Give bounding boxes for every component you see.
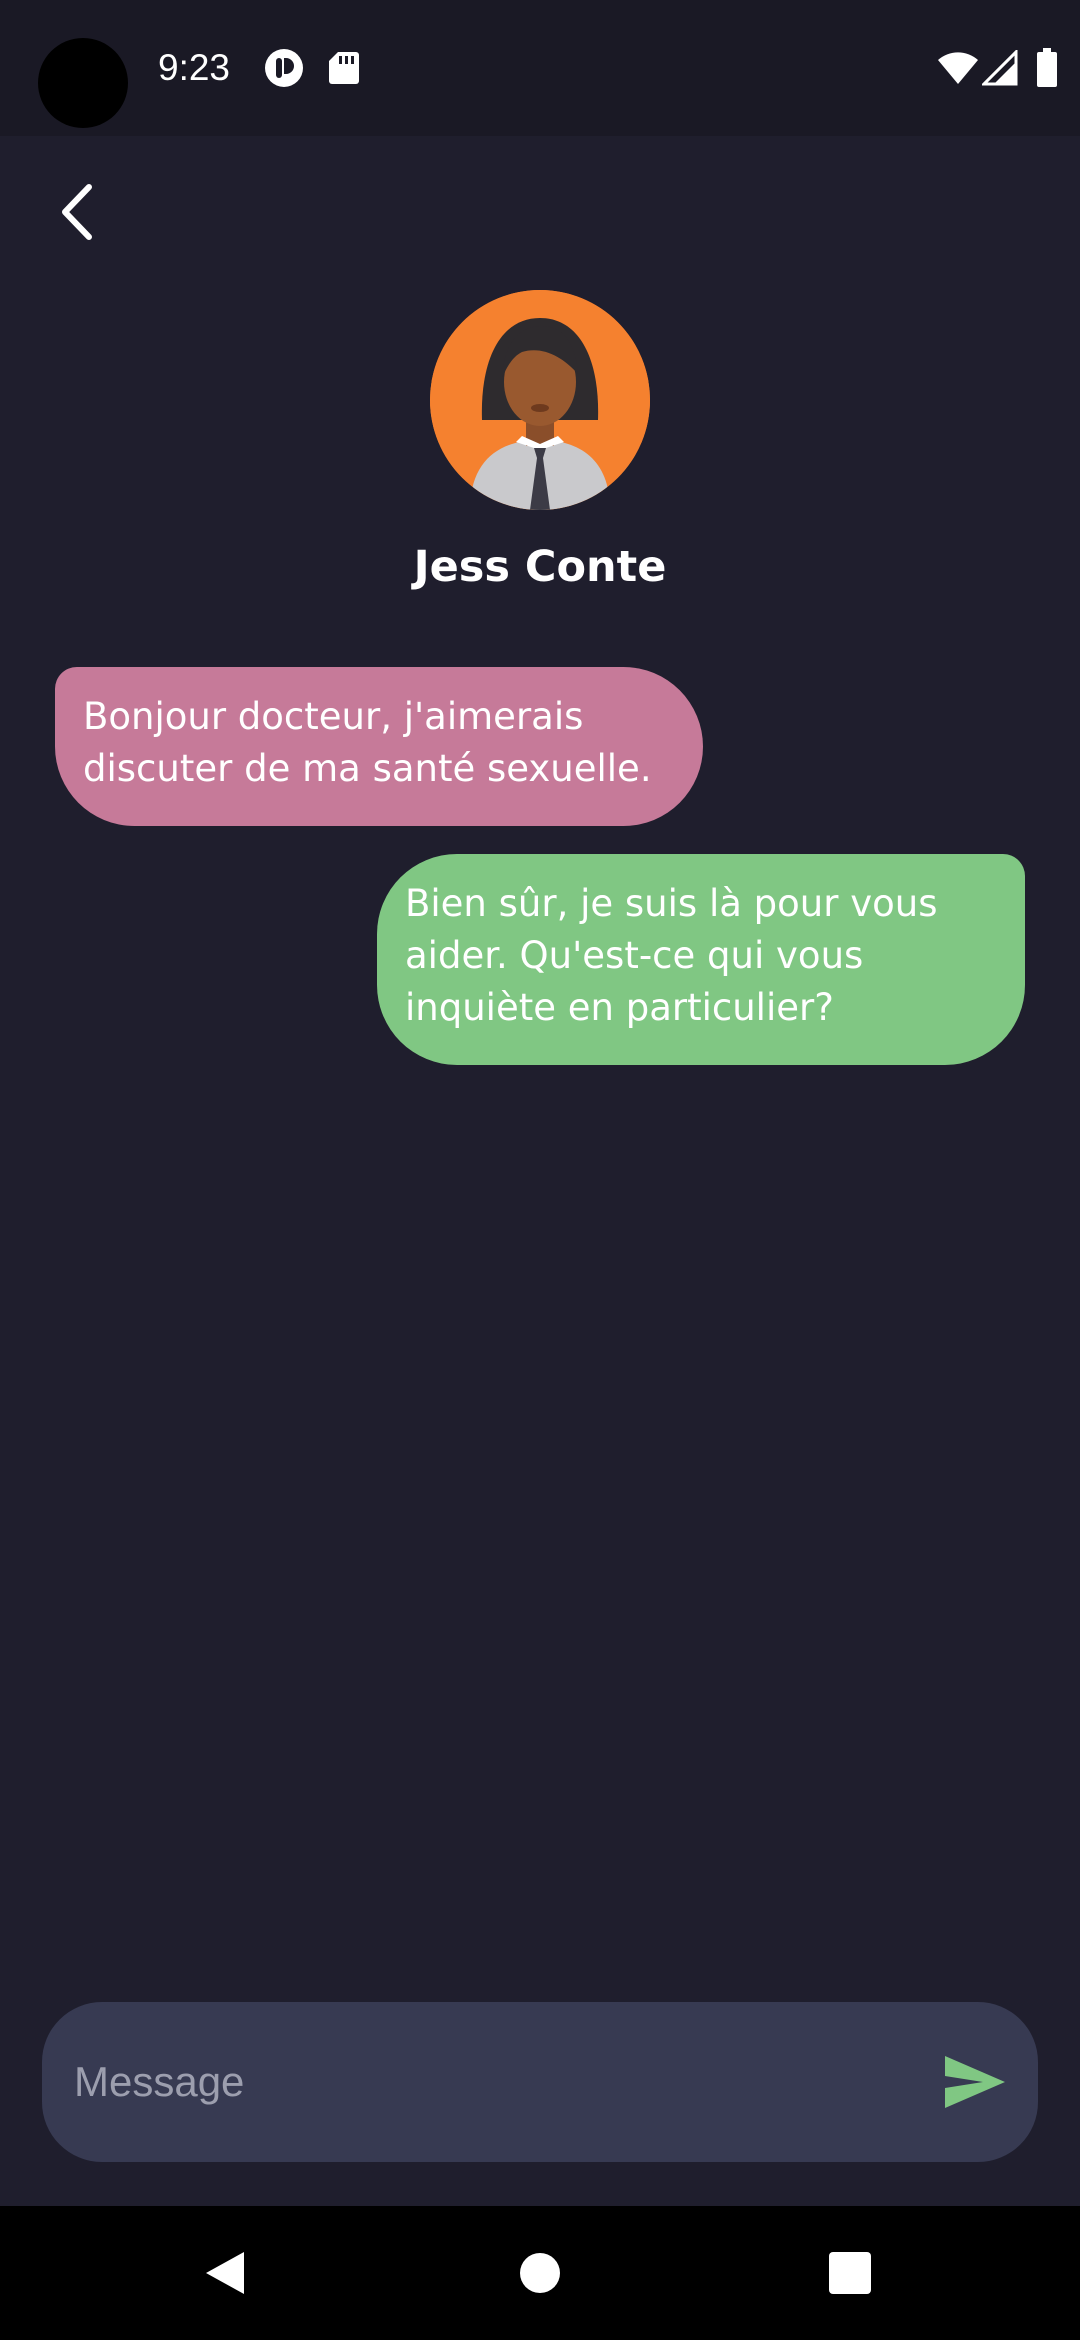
nav-recents-button[interactable] (805, 2228, 895, 2318)
contact-name: Jess Conte (413, 542, 667, 592)
cellular-signal-icon (980, 48, 1018, 90)
message-bubble-incoming[interactable]: Bonjour docteur, j'aimerais discuter de … (55, 667, 703, 826)
nav-home-button[interactable] (495, 2228, 585, 2318)
chevron-left-icon (62, 184, 92, 240)
send-button[interactable] (935, 2042, 1015, 2122)
navigation-bar (0, 2206, 1080, 2340)
status-time: 9:23 (158, 47, 231, 88)
avatar[interactable] (430, 290, 650, 510)
message-text: Bien sûr, je suis là pour vous aider. Qu… (405, 882, 938, 1029)
battery-icon (1036, 48, 1058, 92)
message-input[interactable] (74, 2042, 934, 2122)
home-circle-icon (520, 2253, 560, 2293)
camera-cutout (38, 38, 128, 128)
app-notification-icon (264, 48, 304, 92)
message-composer (42, 2002, 1038, 2162)
nav-back-button[interactable] (180, 2228, 270, 2318)
sd-card-icon (328, 50, 360, 90)
wifi-icon (936, 50, 980, 90)
back-triangle-icon (206, 2252, 244, 2294)
send-icon (945, 2056, 1005, 2108)
status-bar: 9:23 (0, 0, 1080, 136)
avatar-illustration (430, 290, 650, 510)
message-bubble-outgoing[interactable]: Bien sûr, je suis là pour vous aider. Qu… (377, 854, 1025, 1065)
message-text: Bonjour docteur, j'aimerais discuter de … (83, 695, 652, 790)
back-button[interactable] (40, 170, 114, 254)
recents-square-icon (829, 2252, 871, 2294)
